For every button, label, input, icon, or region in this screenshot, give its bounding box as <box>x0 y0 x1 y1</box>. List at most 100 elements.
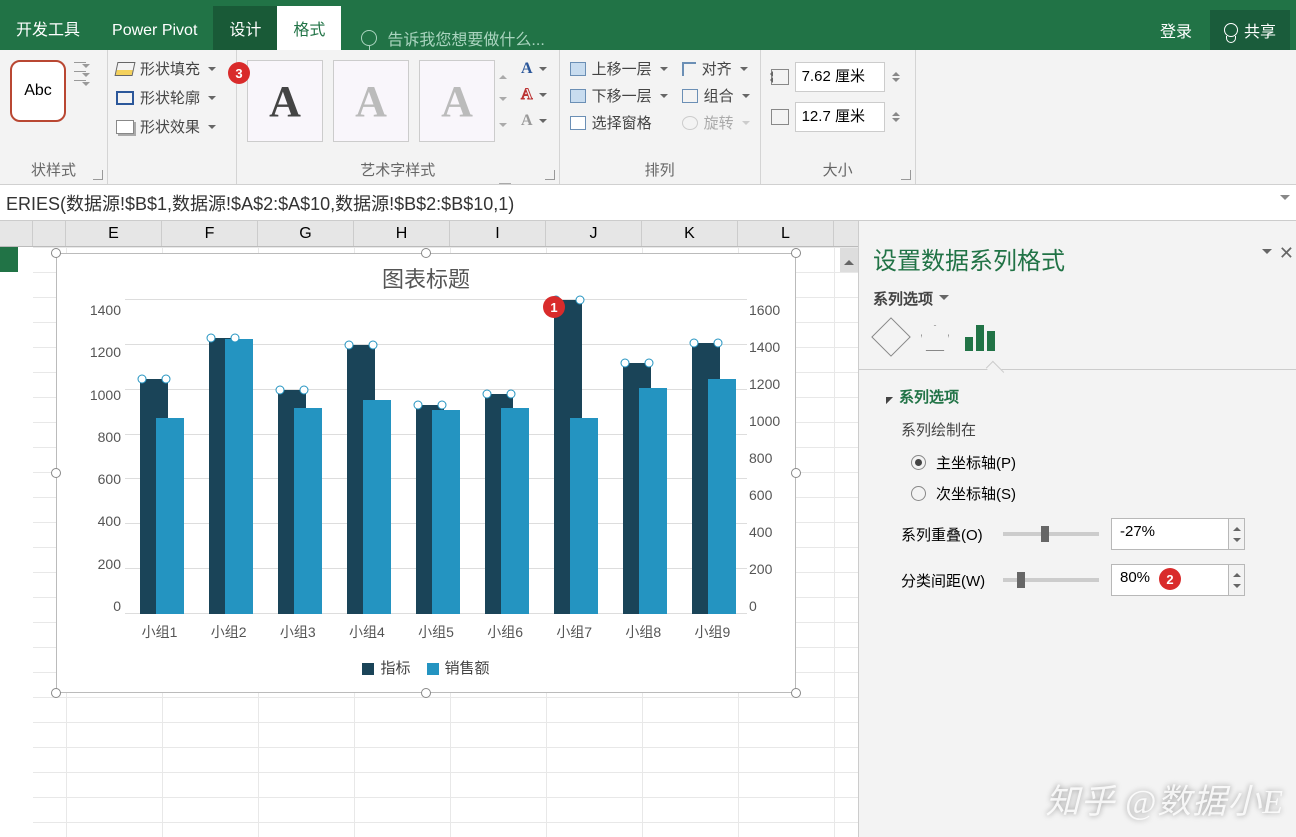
shape-fill-button[interactable]: 形状填充 <box>114 56 230 81</box>
pane-subtitle[interactable]: 系列选项 <box>873 288 1282 309</box>
rotate-button[interactable]: 旋转 <box>682 112 750 133</box>
legend-swatch-icon <box>427 663 439 675</box>
chart-object[interactable]: 图表标题 1 1400120010008006004002000 1600140… <box>56 253 796 693</box>
rotate-icon <box>682 116 698 130</box>
primary-axis-radio[interactable]: 主坐标轴(P) <box>911 452 1282 473</box>
col-header[interactable]: H <box>354 221 450 246</box>
dialog-launcher-icon[interactable] <box>93 170 103 180</box>
height-input[interactable]: 7.62 厘米 <box>795 62 885 92</box>
wordart-preset-1[interactable]: A <box>247 60 323 142</box>
wordart-gallery[interactable]: A A A <box>243 56 499 146</box>
col-header[interactable]: E <box>66 221 162 246</box>
person-icon <box>1224 23 1238 37</box>
col-header[interactable]: G <box>258 221 354 246</box>
effects-icon[interactable] <box>921 325 949 351</box>
tell-me-search[interactable]: 告诉我您想要做什么... <box>341 26 1146 50</box>
chart-legend[interactable]: 指标 销售额 <box>57 657 795 678</box>
formula-bar[interactable]: ERIES(数据源!$B$1,数据源!$A$2:$A$10,数据源!$B$2:$… <box>0 185 1296 221</box>
pane-options-dropdown[interactable] <box>1262 249 1272 259</box>
resize-handle[interactable] <box>421 248 431 258</box>
watermark: 知乎 @数据小E <box>1045 774 1284 823</box>
chevron-down-icon <box>939 295 949 305</box>
gap-spinner[interactable] <box>1229 564 1245 596</box>
col-header[interactable]: L <box>738 221 834 246</box>
secondary-axis-radio[interactable]: 次坐标轴(S) <box>911 483 1282 504</box>
wordart-preset-2[interactable]: A <box>333 60 409 142</box>
annotation-badge-3: 3 <box>228 62 250 84</box>
resize-handle[interactable] <box>51 468 61 478</box>
col-header[interactable]: F <box>162 221 258 246</box>
overlap-slider[interactable] <box>1003 532 1099 536</box>
slider-thumb[interactable] <box>1041 526 1049 542</box>
x-axis[interactable]: 小组1小组2小组3小组4小组5小组6小组7小组8小组9 <box>125 622 747 642</box>
dialog-launcher-icon[interactable] <box>545 170 555 180</box>
chart-title[interactable]: 图表标题 <box>57 254 795 302</box>
fill-line-icon[interactable] <box>871 317 911 357</box>
wordart-preset-3[interactable]: A <box>419 60 495 142</box>
width-input[interactable]: 12.7 厘米 <box>795 102 885 132</box>
secondary-axis-label: 次坐标轴(S) <box>936 483 1016 504</box>
legend-item-1[interactable]: 指标 <box>362 657 410 678</box>
width-spinner[interactable] <box>891 107 905 127</box>
wordart-more-dropdown[interactable] <box>499 56 515 146</box>
chevron-down-icon <box>208 96 216 104</box>
resize-handle[interactable] <box>791 688 801 698</box>
group-size: 7.62 厘米 12.7 厘米 大小 <box>761 50 916 184</box>
legend-swatch-icon <box>362 663 374 675</box>
tab-design[interactable]: 设计 <box>213 6 277 50</box>
chevron-down-icon <box>740 67 748 75</box>
login-button[interactable]: 登录 <box>1146 10 1206 50</box>
width-icon <box>771 109 789 125</box>
chevron-down-icon <box>742 121 750 129</box>
plot-area[interactable] <box>125 302 747 614</box>
section-header[interactable]: 系列选项 <box>881 386 1282 407</box>
resize-handle[interactable] <box>791 468 801 478</box>
expand-formula-icon[interactable] <box>1280 195 1290 205</box>
y-axis-primary[interactable]: 1400120010008006004002000 <box>73 302 121 614</box>
text-fill-button[interactable]: A <box>521 60 547 78</box>
format-pane: 设置数据系列格式 ✕ 系列选项 系列选项 系列绘制在 主坐标轴(P) 次坐标轴(… <box>858 221 1296 837</box>
worksheet[interactable]: E F G H I J K L 图表标题 1 14001200100080060… <box>0 221 858 837</box>
text-effects-button[interactable]: A <box>521 112 547 130</box>
divider <box>859 369 1296 370</box>
gap-slider[interactable] <box>1003 578 1099 582</box>
send-backward-button[interactable]: 下移一层 <box>570 85 668 106</box>
tab-devtools[interactable]: 开发工具 <box>0 6 96 50</box>
col-header[interactable]: I <box>450 221 546 246</box>
group-shape-styles: Abc 状样式 <box>0 50 108 184</box>
col-header[interactable]: K <box>642 221 738 246</box>
group-label-shapestyles: 状样式 <box>6 155 101 182</box>
shape-outline-button[interactable]: 形状轮廓 <box>114 85 230 110</box>
resize-handle[interactable] <box>51 688 61 698</box>
height-spinner[interactable] <box>891 67 905 87</box>
shape-style-dropdown[interactable] <box>74 62 90 122</box>
selection-pane-label: 选择窗格 <box>592 112 652 133</box>
overlap-input[interactable]: -27% <box>1111 518 1229 550</box>
resize-handle[interactable] <box>51 248 61 258</box>
bring-forward-icon <box>570 62 586 76</box>
search-placeholder: 告诉我您想要做什么... <box>387 26 544 50</box>
chevron-down-icon <box>539 93 547 101</box>
series-options-icon[interactable] <box>965 325 995 351</box>
slider-thumb[interactable] <box>1017 572 1025 588</box>
overlap-spinner[interactable] <box>1229 518 1245 550</box>
tab-powerpivot[interactable]: Power Pivot <box>96 12 213 50</box>
dialog-launcher-icon[interactable] <box>901 170 911 180</box>
align-button[interactable]: 对齐 <box>682 58 750 79</box>
gap-label: 分类间距(W) <box>901 570 991 591</box>
resize-handle[interactable] <box>791 248 801 258</box>
shape-effects-button[interactable]: 形状效果 <box>114 114 230 139</box>
tab-format[interactable]: 格式 <box>277 6 341 50</box>
selected-cell-indicator <box>0 247 18 272</box>
y-axis-secondary[interactable]: 16001400120010008006004002000 <box>749 302 791 614</box>
resize-handle[interactable] <box>421 688 431 698</box>
close-icon[interactable]: ✕ <box>1279 243 1294 264</box>
group-button[interactable]: 组合 <box>682 85 750 106</box>
selection-pane-button[interactable]: 选择窗格 <box>570 112 668 133</box>
share-button[interactable]: 共享 <box>1210 10 1290 50</box>
bring-forward-button[interactable]: 上移一层 <box>570 58 668 79</box>
col-header[interactable]: J <box>546 221 642 246</box>
shape-style-preset[interactable]: Abc <box>10 60 66 122</box>
text-outline-button[interactable]: A <box>521 86 547 104</box>
legend-item-2[interactable]: 销售额 <box>427 657 490 678</box>
